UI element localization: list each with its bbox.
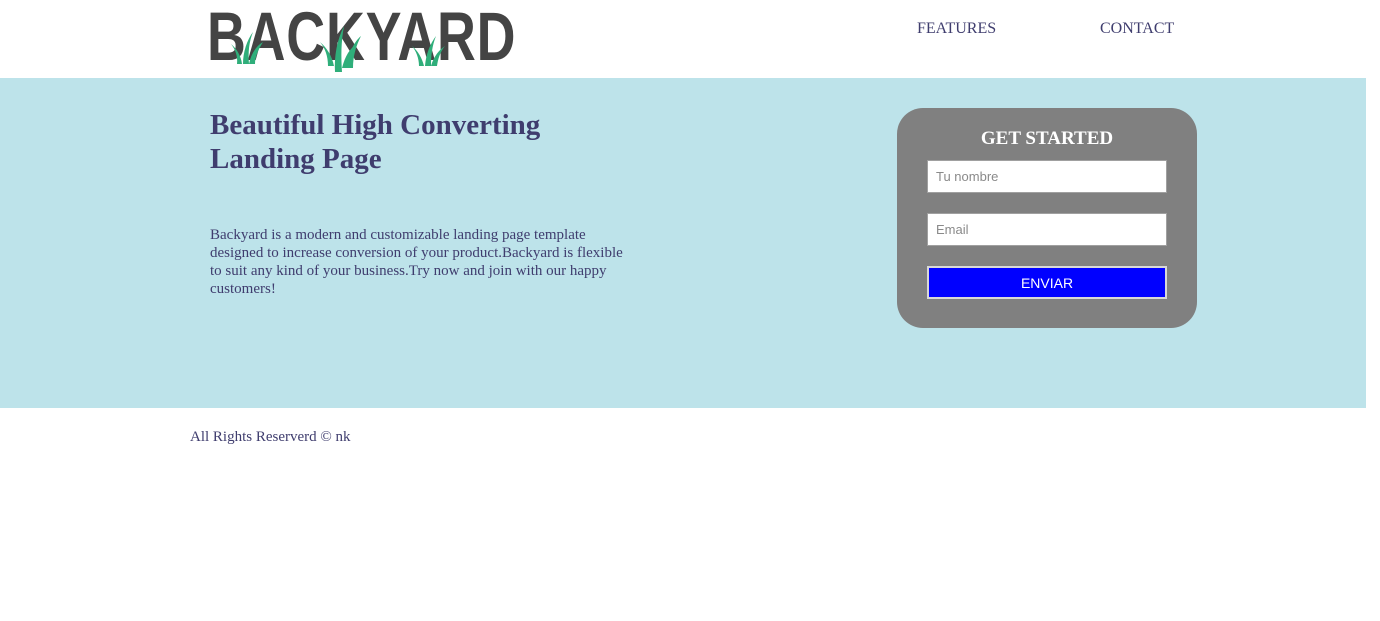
form-title: GET STARTED: [980, 128, 1114, 149]
signup-form: GET STARTED ENVIAR: [897, 108, 1197, 328]
hero-description: Backyard is a modern and customizable la…: [210, 227, 623, 297]
main-nav: FEATURES CONTACT: [0, 19, 1366, 39]
email-input[interactable]: [927, 213, 1167, 246]
hero-section: Beautiful High Converting Landing Page B…: [0, 78, 1366, 408]
site-header: BACKYARD FEATURES CONTACT: [0, 0, 1366, 78]
backyard-logo[interactable]: BACKYARD: [207, 2, 515, 72]
nav-link-contact[interactable]: CONTACT: [1100, 19, 1174, 39]
nav-link-features[interactable]: FEATURES: [917, 19, 996, 39]
name-input[interactable]: [927, 160, 1167, 193]
copyright-text: All Rights Reserverd © nk: [190, 429, 351, 445]
grass-icon: [231, 26, 445, 72]
submit-button[interactable]: ENVIAR: [927, 266, 1167, 299]
hero-title: Beautiful High Converting Landing Page: [210, 109, 541, 175]
